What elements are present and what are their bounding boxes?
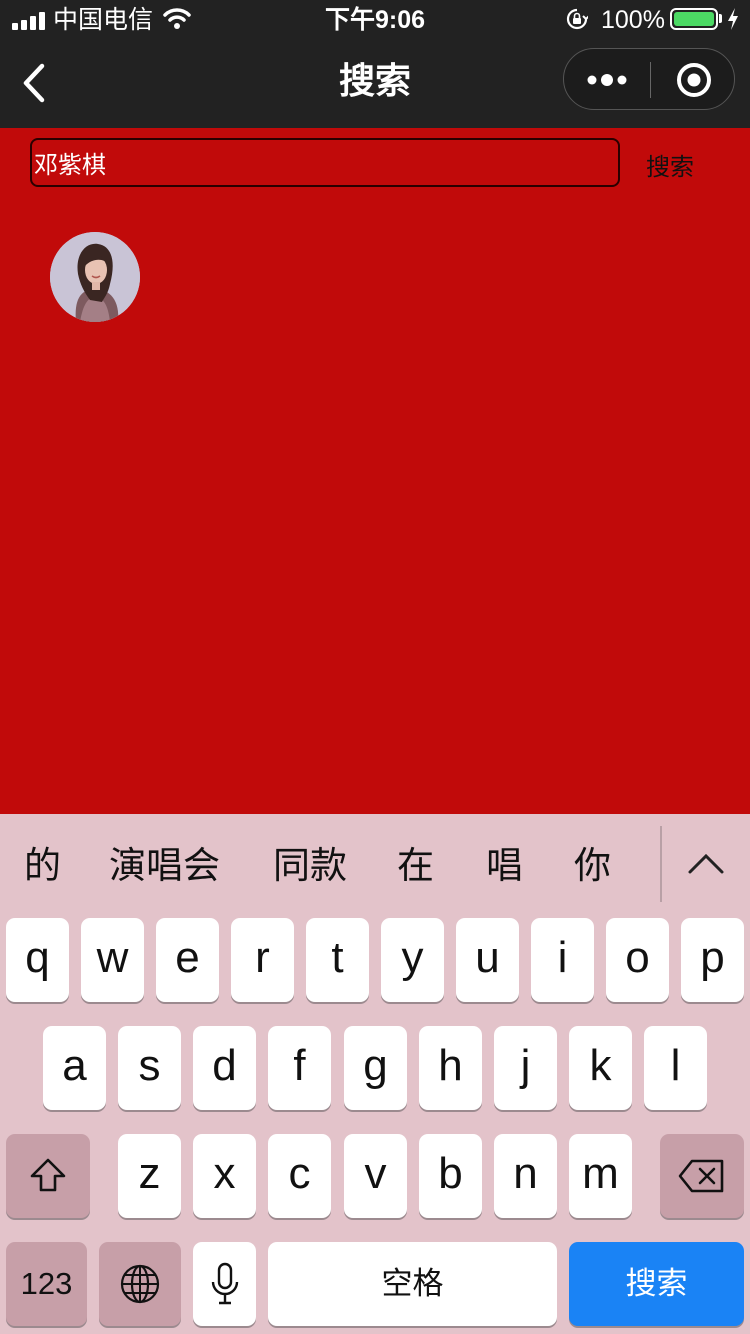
more-dots-icon[interactable] — [586, 71, 630, 89]
search-input[interactable] — [32, 140, 618, 185]
key-x[interactable]: x — [193, 1134, 256, 1218]
mini-program-capsule — [563, 48, 735, 110]
key-w[interactable]: w — [81, 918, 144, 1002]
backspace-icon — [678, 1159, 724, 1193]
avatar-portrait — [50, 232, 140, 322]
key-m[interactable]: m — [569, 1134, 632, 1218]
key-r[interactable]: r — [231, 918, 294, 1002]
rotation-lock-icon — [566, 8, 588, 30]
key-y[interactable]: y — [381, 918, 444, 1002]
battery-icon — [670, 8, 718, 30]
status-bar: 中国电信 下午9:06 100% — [0, 0, 750, 40]
battery-percent: 100% — [601, 6, 665, 34]
key-v[interactable]: v — [344, 1134, 407, 1218]
key-b[interactable]: b — [419, 1134, 482, 1218]
key-c[interactable]: c — [268, 1134, 331, 1218]
key-t[interactable]: t — [306, 918, 369, 1002]
suggestion-item[interactable]: 的 — [24, 838, 61, 894]
key-n[interactable]: n — [494, 1134, 557, 1218]
space-key[interactable]: 空格 — [268, 1242, 557, 1326]
key-q[interactable]: q — [6, 918, 69, 1002]
dictation-key[interactable] — [193, 1242, 256, 1326]
delete-key[interactable] — [660, 1134, 744, 1218]
key-l[interactable]: l — [644, 1026, 707, 1110]
key-i[interactable]: i — [531, 918, 594, 1002]
key-j[interactable]: j — [494, 1026, 557, 1110]
key-f[interactable]: f — [268, 1026, 331, 1110]
suggestion-item[interactable]: 演唱会 — [109, 838, 220, 894]
capsule-divider — [650, 62, 651, 98]
numbers-key[interactable]: 123 — [6, 1242, 87, 1326]
key-p[interactable]: p — [681, 918, 744, 1002]
suggestion-item[interactable]: 唱 — [486, 838, 523, 894]
battery-tip — [719, 14, 722, 23]
key-d[interactable]: d — [193, 1026, 256, 1110]
shift-arrow-icon — [30, 1158, 66, 1192]
key-u[interactable]: u — [456, 918, 519, 1002]
key-g[interactable]: g — [344, 1026, 407, 1110]
target-circle-icon[interactable] — [675, 61, 713, 99]
key-k[interactable]: k — [569, 1026, 632, 1110]
suggestion-item[interactable]: 同款 — [273, 838, 347, 894]
charging-bolt-icon — [728, 8, 738, 30]
top-bar: 中国电信 下午9:06 100% 搜索 — [0, 0, 750, 128]
language-key[interactable] — [99, 1242, 181, 1326]
key-s[interactable]: s — [118, 1026, 181, 1110]
key-o[interactable]: o — [606, 918, 669, 1002]
chevron-up-icon[interactable] — [686, 844, 726, 884]
search-return-key[interactable]: 搜索 — [569, 1242, 744, 1326]
artist-avatar-image[interactable] — [50, 232, 140, 322]
key-e[interactable]: e — [156, 918, 219, 1002]
suggestion-bar: 的 演唱会 同款 在 唱 你 — [0, 814, 750, 916]
microphone-icon — [211, 1262, 239, 1305]
globe-icon — [120, 1264, 160, 1304]
key-z[interactable]: z — [118, 1134, 181, 1218]
key-a[interactable]: a — [43, 1026, 106, 1110]
search-button[interactable]: 搜索 — [636, 148, 704, 188]
suggestion-item[interactable]: 在 — [397, 838, 434, 894]
shift-key[interactable] — [6, 1134, 90, 1218]
key-h[interactable]: h — [419, 1026, 482, 1110]
keyboard: 的 演唱会 同款 在 唱 你 q w e r t y u i o p a s d… — [0, 814, 750, 1334]
suggestion-divider — [660, 826, 662, 902]
suggestion-item[interactable]: 你 — [574, 838, 611, 894]
search-field[interactable] — [30, 138, 620, 187]
